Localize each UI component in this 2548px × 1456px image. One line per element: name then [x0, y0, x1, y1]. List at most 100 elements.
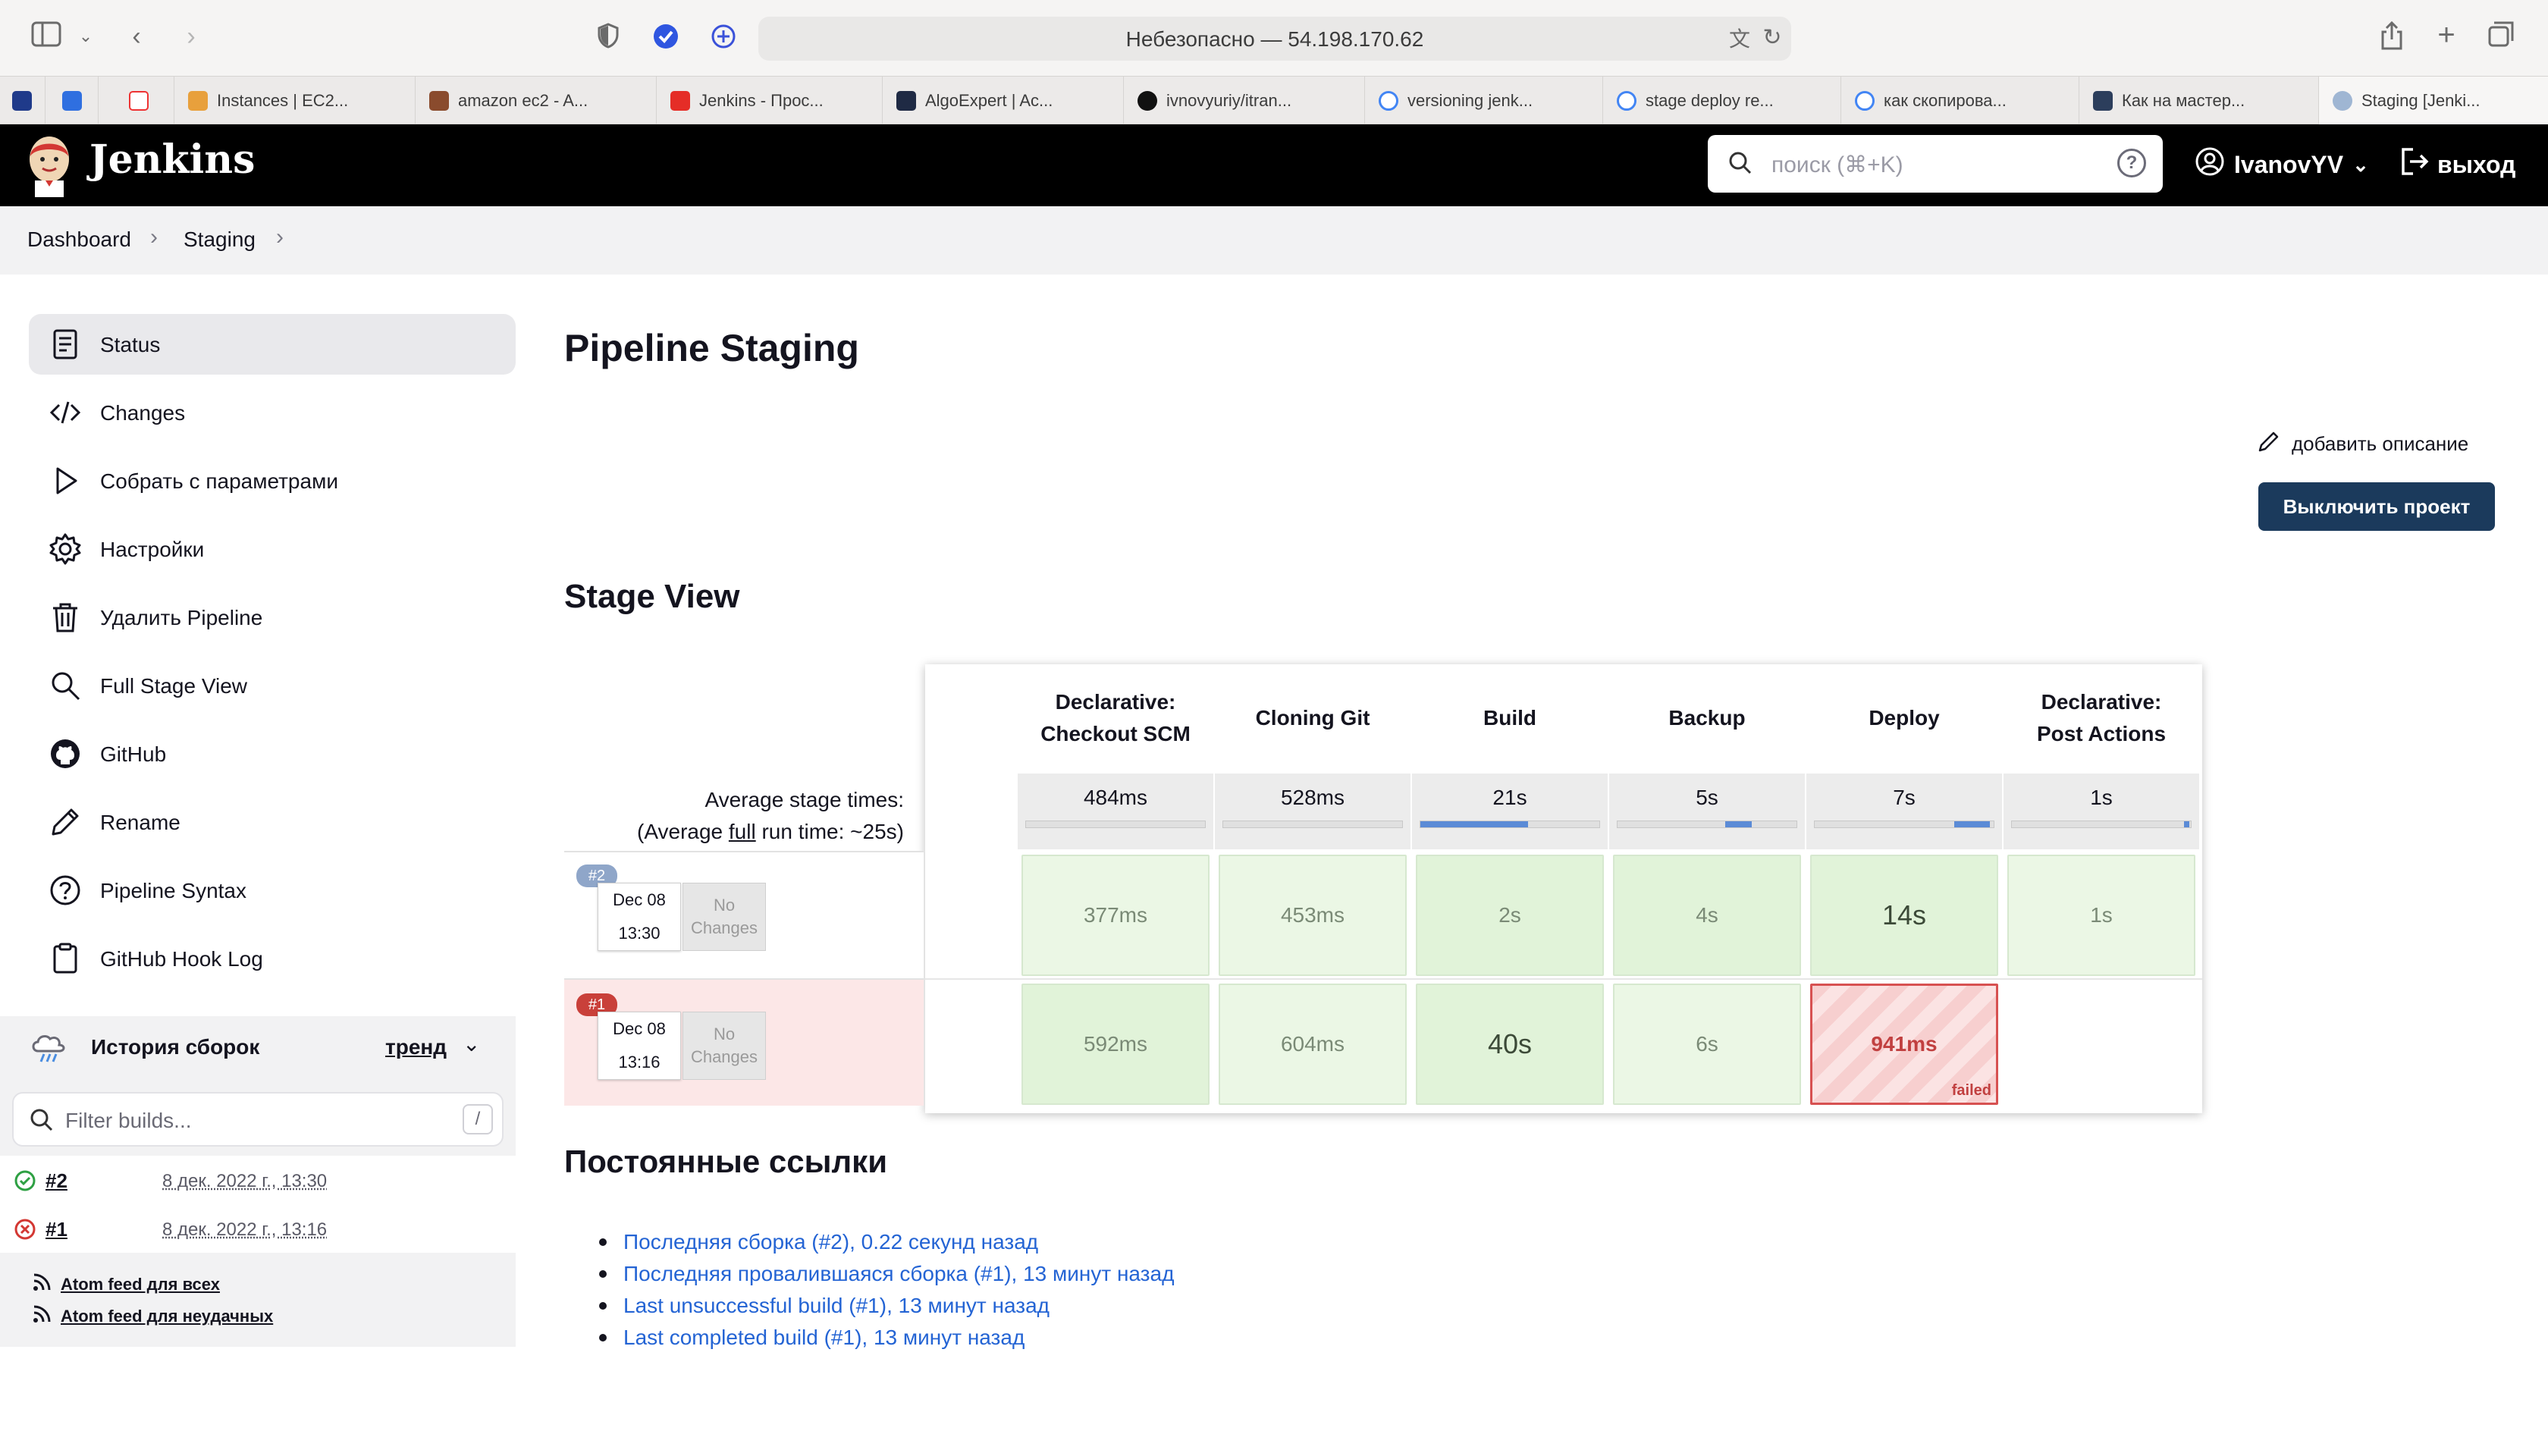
- sidebar-item-github[interactable]: GitHub: [29, 723, 516, 784]
- stage-cell[interactable]: 1s: [2007, 855, 2195, 976]
- permalink-item[interactable]: Last completed build (#1), 13 минут наза…: [599, 1326, 1025, 1350]
- chevron-down-icon[interactable]: ⌄: [463, 1031, 480, 1056]
- atom-feed-all-link[interactable]: Atom feed для всех: [32, 1272, 220, 1297]
- stage-cell[interactable]: 592ms: [1021, 984, 1210, 1105]
- stage-cell[interactable]: 2s: [1416, 855, 1604, 976]
- youtube-icon: [670, 91, 690, 111]
- average-stage-times-label: Average stage times: (Average full run t…: [637, 788, 904, 843]
- logout-button[interactable]: выход: [2399, 146, 2515, 184]
- address-bar[interactable]: Небезопасно — 54.198.170.62 文 ↻: [758, 17, 1791, 61]
- bookmark-tab-active[interactable]: Staging [Jenki...: [2319, 77, 2548, 125]
- sidebar-item-github-hook-log[interactable]: GitHub Hook Log: [29, 928, 516, 989]
- bookmark-tab[interactable]: Как на мастер...: [2079, 77, 2319, 125]
- stage-cell-failed[interactable]: 941ms failed: [1810, 984, 1998, 1105]
- new-tab-icon[interactable]: +: [2431, 20, 2462, 50]
- tab-overview-icon[interactable]: [2486, 21, 2516, 54]
- checkmark-extension-icon[interactable]: [651, 23, 681, 57]
- help-icon[interactable]: ?: [2117, 149, 2146, 177]
- bookmark-label: Instances | EC2...: [217, 91, 349, 110]
- avg-time-cell: 484ms: [1018, 774, 1213, 849]
- sidebar-item-rename[interactable]: Rename: [29, 792, 516, 852]
- url-text: Небезопасно — 54.198.170.62: [1125, 27, 1424, 51]
- permalink-text[interactable]: Last unsuccessful build (#1), 13 минут н…: [623, 1294, 1050, 1318]
- jenkins-icon: [2333, 91, 2352, 111]
- translate-extension-icon[interactable]: [708, 23, 739, 57]
- stage-cell[interactable]: 453ms: [1219, 855, 1407, 976]
- breadcrumb-dashboard[interactable]: Dashboard: [27, 228, 131, 252]
- forward-icon[interactable]: ›: [176, 21, 206, 52]
- sidebar-item-changes[interactable]: Changes: [29, 382, 516, 443]
- share-icon[interactable]: [2377, 20, 2407, 57]
- atom-feed-failed-link[interactable]: Atom feed для неудачных: [32, 1304, 273, 1329]
- trend-link[interactable]: тренд: [385, 1035, 447, 1059]
- shield-icon[interactable]: [593, 23, 623, 55]
- permalink-item[interactable]: Последняя провалившаяся сборка (#1), 13 …: [599, 1262, 1174, 1286]
- bookmark-label: AlgoExpert | Ac...: [925, 91, 1053, 110]
- sidebar-item-status[interactable]: Status: [29, 314, 516, 375]
- reload-icon[interactable]: ↻: [1761, 23, 1784, 53]
- breadcrumb-staging[interactable]: Staging: [184, 228, 256, 252]
- build-number[interactable]: #2: [46, 1169, 67, 1193]
- permalink-text[interactable]: Последняя сборка (#2), 0.22 секунд назад: [623, 1230, 1038, 1254]
- bookmark-tab[interactable]: Instances | EC2...: [174, 77, 416, 125]
- disable-project-button[interactable]: Выключить проект: [2258, 482, 2495, 531]
- help-icon: [49, 874, 82, 907]
- filter-builds-input[interactable]: Filter builds... /: [12, 1092, 504, 1147]
- run-date-card[interactable]: Dec 08 13:30: [598, 883, 681, 951]
- build-date[interactable]: 8 дек. 2022 г., 13:30: [162, 1171, 327, 1192]
- bookmark-tab[interactable]: AlgoExpert | Ac...: [883, 77, 1124, 125]
- stage-cell[interactable]: 14s: [1810, 855, 1998, 976]
- stage-cell[interactable]: 6s: [1613, 984, 1801, 1105]
- run-date-card[interactable]: Dec 08 13:16: [598, 1012, 681, 1080]
- bookmark-icon-a[interactable]: [0, 77, 46, 125]
- sidebar-item-full-stage-view[interactable]: Full Stage View: [29, 655, 516, 716]
- stage-cell[interactable]: 604ms: [1219, 984, 1407, 1105]
- site-icon: [2093, 91, 2113, 111]
- permalink-item[interactable]: Последняя сборка (#2), 0.22 секунд назад: [599, 1230, 1038, 1254]
- sidebar-item-settings[interactable]: Настройки: [29, 519, 516, 579]
- rss-icon: [32, 1304, 52, 1329]
- bookmark-icon-c[interactable]: [99, 77, 174, 125]
- stage-header-build: Build: [1483, 706, 1536, 730]
- build-row[interactable]: #2 8 дек. 2022 г., 13:30: [0, 1156, 516, 1204]
- sidebar-item-delete[interactable]: Удалить Pipeline: [29, 587, 516, 648]
- build-row[interactable]: #1 8 дек. 2022 г., 13:16: [0, 1204, 516, 1253]
- breadcrumb: [0, 206, 2548, 275]
- bookmark-tab[interactable]: ivnovyuriy/itran...: [1124, 77, 1365, 125]
- full-run-link[interactable]: full: [729, 820, 756, 843]
- add-description-label: добавить описание: [2292, 432, 2469, 455]
- sidebar-item-label: Full Stage View: [100, 674, 248, 698]
- bookmark-label: stage deploy re...: [1646, 91, 1774, 110]
- stage-cell[interactable]: 4s: [1613, 855, 1801, 976]
- chevron-right-icon[interactable]: ›: [276, 224, 284, 250]
- search-icon: [29, 1107, 55, 1137]
- chevron-down-icon[interactable]: ⌄: [74, 21, 97, 52]
- permalink-item[interactable]: Last unsuccessful build (#1), 13 минут н…: [599, 1294, 1050, 1318]
- jenkins-logo-icon[interactable]: [26, 133, 73, 197]
- stage-cell[interactable]: 40s: [1416, 984, 1604, 1105]
- sidebar-toggle-icon[interactable]: [27, 21, 65, 54]
- bookmark-tab[interactable]: amazon ec2 - A...: [416, 77, 657, 125]
- add-description-link[interactable]: добавить описание: [2257, 429, 2468, 459]
- bookmark-icon-b[interactable]: [46, 77, 99, 125]
- no-changes-indicator: No Changes: [682, 1012, 766, 1080]
- user-menu[interactable]: IvanovYV ⌄: [2195, 146, 2369, 184]
- bullet-icon: [599, 1334, 607, 1341]
- bookmark-tab[interactable]: stage deploy re...: [1603, 77, 1841, 125]
- google-icon: [1855, 91, 1875, 111]
- search-box[interactable]: поиск (⌘+K) ?: [1708, 135, 2163, 193]
- brand-name[interactable]: Jenkins: [89, 136, 255, 183]
- sidebar-item-pipeline-syntax[interactable]: Pipeline Syntax: [29, 860, 516, 921]
- translate-icon[interactable]: 文: [1724, 24, 1755, 55]
- build-number[interactable]: #1: [46, 1218, 67, 1241]
- page-title: Pipeline Staging: [564, 327, 859, 369]
- sidebar-item-build-with-params[interactable]: Собрать с параметрами: [29, 450, 516, 511]
- stage-cell[interactable]: 377ms: [1021, 855, 1210, 976]
- permalink-text[interactable]: Last completed build (#1), 13 минут наза…: [623, 1326, 1025, 1350]
- build-date[interactable]: 8 дек. 2022 г., 13:16: [162, 1219, 327, 1241]
- back-icon[interactable]: ‹: [121, 21, 152, 52]
- bookmark-tab[interactable]: versioning jenk...: [1365, 77, 1603, 125]
- permalink-text[interactable]: Последняя провалившаяся сборка (#1), 13 …: [623, 1262, 1174, 1286]
- bookmark-tab[interactable]: как скопирова...: [1841, 77, 2079, 125]
- bookmark-tab[interactable]: Jenkins - Прос...: [657, 77, 883, 125]
